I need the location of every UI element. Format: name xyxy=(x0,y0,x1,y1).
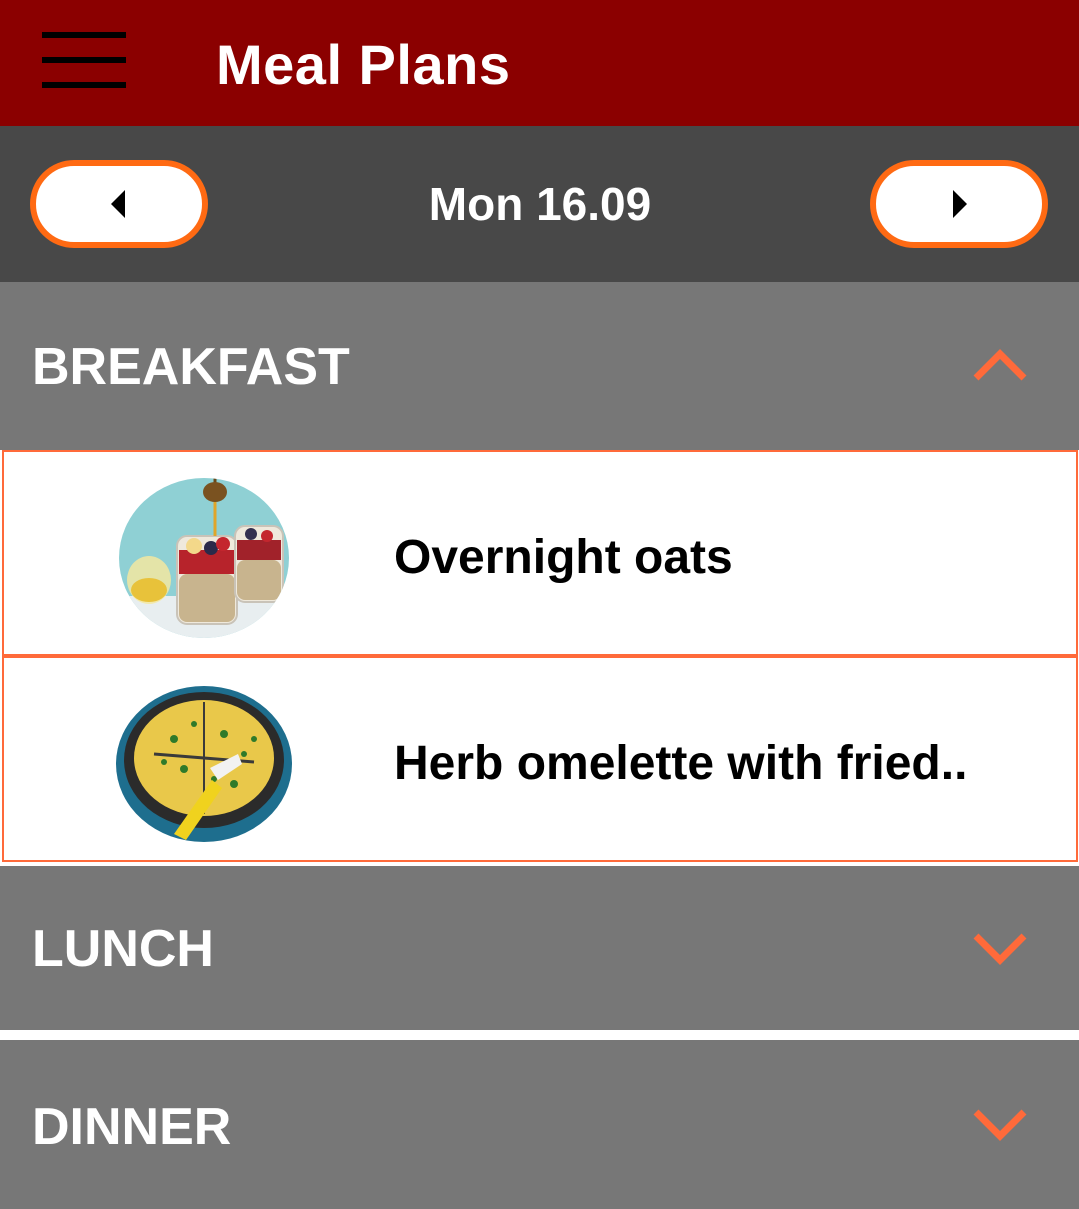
meal-name: Overnight oats xyxy=(394,531,733,584)
meal-item-herb-omelette[interactable]: Herb omelette with fried.. xyxy=(2,656,1078,862)
page-title: Meal Plans xyxy=(216,33,511,96)
chevron-down-icon xyxy=(973,933,1027,965)
hamburger-menu-icon[interactable] xyxy=(40,30,128,92)
meal-name: Herb omelette with fried.. xyxy=(394,737,968,790)
app-bar: Meal Plans xyxy=(0,0,1079,126)
herb-omelette-photo xyxy=(114,684,294,844)
section-title: LUNCH xyxy=(32,920,214,978)
section-header-dinner[interactable]: DINNER xyxy=(0,1040,1079,1209)
section-title: BREAKFAST xyxy=(32,338,350,396)
next-day-button[interactable] xyxy=(870,160,1048,248)
current-date: Mon 16.09 xyxy=(428,178,652,230)
section-header-lunch[interactable]: LUNCH xyxy=(0,866,1079,1030)
chevron-down-icon xyxy=(973,1109,1027,1141)
overnight-oats-photo xyxy=(119,478,289,638)
section-title: DINNER xyxy=(32,1098,232,1156)
meal-item-overnight-oats[interactable]: Overnight oats xyxy=(2,450,1078,656)
section-header-breakfast[interactable]: BREAKFAST xyxy=(0,282,1079,450)
chevron-up-icon xyxy=(973,349,1027,381)
caret-right-icon xyxy=(953,190,967,218)
caret-left-icon xyxy=(111,190,125,218)
previous-day-button[interactable] xyxy=(30,160,208,248)
date-navigation-bar: Mon 16.09 xyxy=(0,126,1079,282)
